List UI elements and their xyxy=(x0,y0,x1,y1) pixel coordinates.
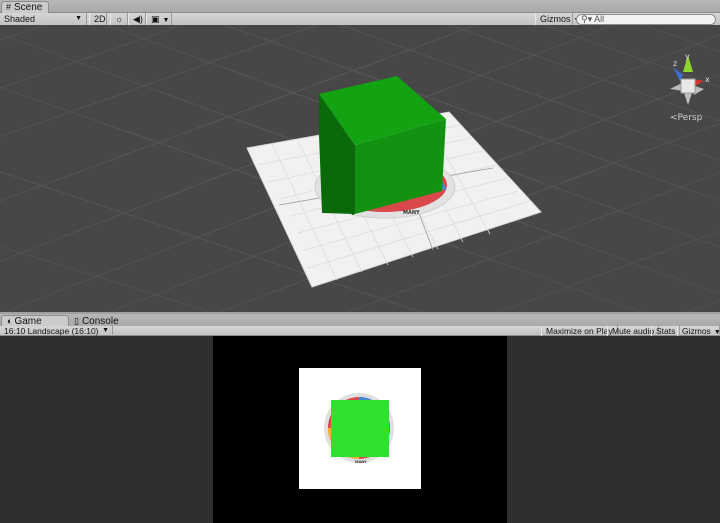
chevron-down-icon: ▼ xyxy=(102,327,109,334)
console-icon: ▯ xyxy=(74,315,79,326)
tab-scene[interactable]: # Scene xyxy=(1,1,50,13)
game-image-target: MANY xyxy=(299,368,421,489)
game-gizmos-dropdown[interactable]: Gizmos ▼ xyxy=(677,326,720,336)
scene-gizmos-label: Gizmos xyxy=(540,14,571,24)
scene-gizmos-dropdown[interactable]: Gizmos▼ xyxy=(535,13,580,25)
sun-icon: ☼ xyxy=(115,14,124,24)
mute-audio-label: Mute audio xyxy=(612,326,655,336)
scene-icon: # xyxy=(6,2,12,12)
shading-mode-value: Shaded xyxy=(4,14,36,24)
game-green-cube xyxy=(331,400,389,457)
scene-viewport[interactable]: MANY y x z <Persp xyxy=(0,25,720,312)
speaker-icon: ◀) xyxy=(133,14,143,24)
gizmo-y-label: y xyxy=(685,52,690,61)
chevron-left-icon: < xyxy=(670,113,678,123)
chevron-down-icon: ▼ xyxy=(713,329,720,336)
gizmo-x-label: x xyxy=(705,75,710,84)
shading-mode-dropdown[interactable]: Shaded ▼ xyxy=(0,13,87,25)
stats-label: Stats xyxy=(656,326,676,336)
tab-console-label: Console xyxy=(81,315,119,327)
2d-toggle-label: 2D xyxy=(94,14,106,24)
game-render-area: MANY xyxy=(213,336,507,523)
maximize-on-play-label: Maximize on Play xyxy=(546,326,613,336)
image-icon: ▣ xyxy=(151,14,160,24)
chevron-down-icon: ▼ xyxy=(162,17,170,24)
aspect-ratio-dropdown[interactable]: 16:10 Landscape (16:10) ▼ xyxy=(0,326,113,336)
stats-toggle[interactable]: Stats xyxy=(651,326,681,336)
effects-dropdown[interactable]: ▣ ▼ xyxy=(146,13,172,25)
projection-toggle-label[interactable]: <Persp xyxy=(670,113,703,123)
scene-canvas: MANY y x z <Persp xyxy=(0,25,720,312)
lighting-toggle-button[interactable]: ☼ xyxy=(110,13,128,25)
game-marker-text: MANY xyxy=(355,460,367,464)
search-icon: ⚲▾ xyxy=(581,14,593,24)
tab-scene-label: Scene xyxy=(14,2,43,13)
game-viewport[interactable]: MANY xyxy=(0,336,720,523)
search-placeholder: All xyxy=(594,14,605,24)
game-scene-render: MANY xyxy=(324,393,394,464)
projection-label: Persp xyxy=(678,113,703,123)
audio-toggle-button[interactable]: ◀) xyxy=(128,13,146,25)
game-gizmos-label: Gizmos xyxy=(682,326,711,336)
scene-tab-bar: # Scene xyxy=(0,0,720,13)
game-toolbar: 16:10 Landscape (16:10) ▼ Maximize on Pl… xyxy=(0,326,720,336)
gizmo-z-label: z xyxy=(673,59,677,68)
chevron-down-icon: ▼ xyxy=(75,15,82,22)
2d-toggle-button[interactable]: 2D xyxy=(89,13,107,25)
marker-text: MANY xyxy=(403,210,420,216)
scene-search-input[interactable]: ⚲▾ All xyxy=(576,14,716,25)
aspect-ratio-value: 16:10 Landscape (16:10) xyxy=(4,326,99,336)
